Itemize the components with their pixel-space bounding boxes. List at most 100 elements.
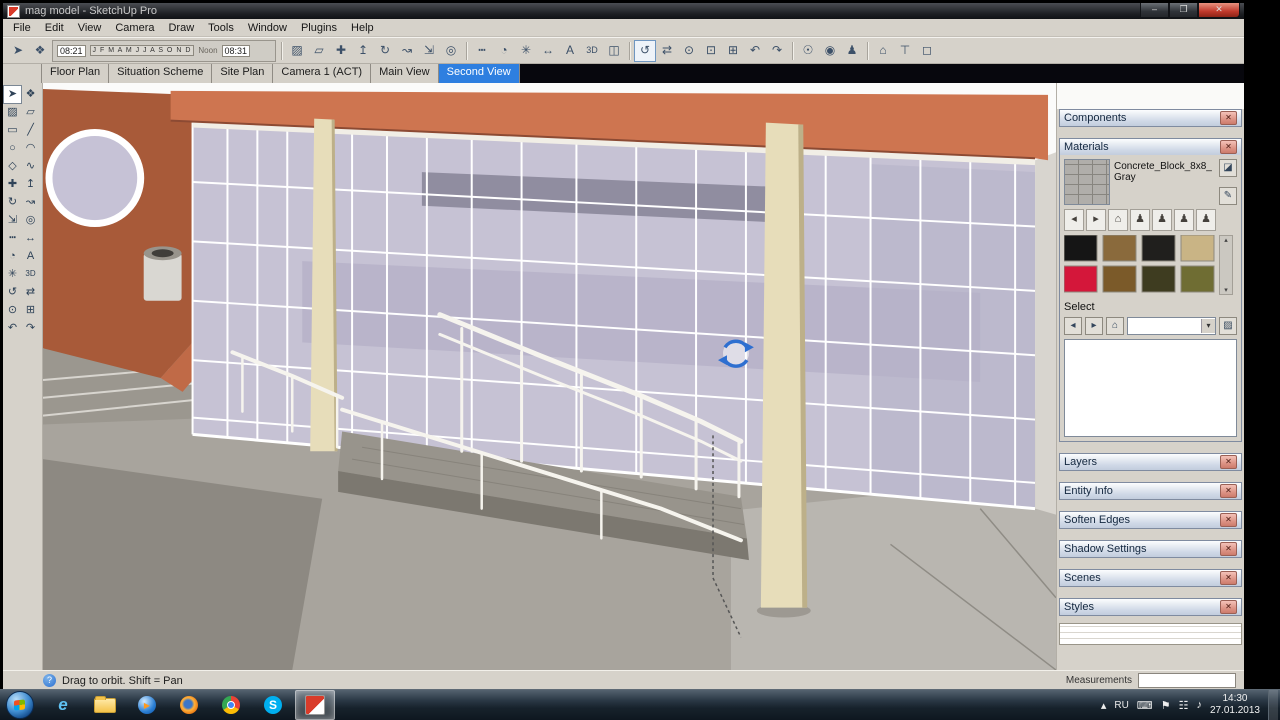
follow-me-icon[interactable]: ↝ xyxy=(397,41,417,61)
component-thumb[interactable]: ♟ xyxy=(1174,209,1194,231)
minimize-button[interactable]: – xyxy=(1140,3,1169,18)
left-follow-me-icon[interactable]: ↝ xyxy=(22,194,39,211)
left-text-tool-icon[interactable]: A xyxy=(22,248,39,265)
left-select-tool-icon[interactable]: ➤ xyxy=(3,85,22,104)
dimension-tool-icon[interactable]: ↔ xyxy=(538,41,558,61)
front-view-icon[interactable]: ◻ xyxy=(917,41,937,61)
taskbar-media-player[interactable]: ▶ xyxy=(127,690,167,720)
material-preview-thumbnail[interactable] xyxy=(1064,159,1110,205)
scroll-down-icon[interactable]: ▾ xyxy=(1220,286,1232,294)
material-swatch[interactable] xyxy=(1180,265,1215,293)
menu-window[interactable]: Window xyxy=(241,21,294,35)
orbit-tool-icon[interactable]: ↺ xyxy=(634,39,656,62)
menu-view[interactable]: View xyxy=(71,21,109,35)
collection-dropdown[interactable]: ▾ xyxy=(1127,317,1216,335)
viewport-3d[interactable] xyxy=(43,83,1056,670)
back-arrow-icon[interactable]: ◂ xyxy=(1064,209,1084,231)
left-offset-tool-icon[interactable]: ◎ xyxy=(22,212,39,229)
zoom-tool-icon[interactable]: ⊙ xyxy=(679,41,699,61)
taskbar-firefox[interactable] xyxy=(169,690,209,720)
shadow-time-value[interactable]: 08:31 xyxy=(221,44,251,57)
tab-floor-plan[interactable]: Floor Plan xyxy=(42,64,110,83)
model-canvas[interactable] xyxy=(43,83,1056,670)
paint-bucket-icon[interactable]: ▨ xyxy=(287,41,307,61)
close-icon[interactable]: ✕ xyxy=(1220,455,1237,469)
tab-second-view[interactable]: Second View xyxy=(438,64,520,83)
close-icon[interactable]: ✕ xyxy=(1220,484,1237,498)
left-zoom-tool-icon[interactable]: ⊙ xyxy=(4,302,21,319)
iso-view-icon[interactable]: ⌂ xyxy=(873,41,893,61)
menu-tools[interactable]: Tools xyxy=(201,21,241,35)
zoom-window-icon[interactable]: ⊡ xyxy=(701,41,721,61)
forward-arrow-icon[interactable]: ▸ xyxy=(1085,317,1103,335)
eraser-tool-icon[interactable]: ▱ xyxy=(309,41,329,61)
tab-situation-scheme[interactable]: Situation Scheme xyxy=(109,64,213,83)
walk-tool-icon[interactable]: ♟ xyxy=(842,41,862,61)
zoom-extents-icon[interactable]: ⊞ xyxy=(723,41,743,61)
left-axes-tool-icon[interactable]: ✳ xyxy=(4,266,21,283)
keyboard-icon[interactable]: ⌨ xyxy=(1137,699,1153,712)
left-push-pull-icon[interactable]: ↥ xyxy=(22,176,39,193)
left-make-component-icon[interactable]: ❖ xyxy=(22,86,39,103)
maximize-button[interactable]: ❐ xyxy=(1169,3,1198,18)
axes-tool-icon[interactable]: ✳ xyxy=(516,41,536,61)
text-tool-icon[interactable]: A xyxy=(560,41,580,61)
component-thumb[interactable]: ♟ xyxy=(1196,209,1216,231)
position-camera-icon[interactable]: ☉ xyxy=(798,41,818,61)
close-icon[interactable]: ✕ xyxy=(1220,542,1237,556)
left-line-tool-icon[interactable]: ╱ xyxy=(22,122,39,139)
material-swatch[interactable] xyxy=(1102,265,1137,293)
swatch-scrollbar[interactable]: ▴ ▾ xyxy=(1219,235,1233,295)
action-center-icon[interactable]: ⚑ xyxy=(1161,699,1171,712)
taskbar-chrome[interactable] xyxy=(211,690,251,720)
styles-header[interactable]: Styles ✕ xyxy=(1060,599,1241,615)
select-tool-icon[interactable]: ➤ xyxy=(8,41,28,61)
next-view-icon[interactable]: ↷ xyxy=(767,41,787,61)
close-icon[interactable]: ✕ xyxy=(1220,571,1237,585)
left-eraser-tool-icon[interactable]: ▱ xyxy=(22,104,39,121)
menu-camera[interactable]: Camera xyxy=(108,21,161,35)
taskbar-windows-explorer[interactable] xyxy=(85,690,125,720)
shadow-date-slider[interactable]: J F M A M J J A S O N D xyxy=(89,45,195,56)
material-swatch[interactable] xyxy=(1141,235,1176,262)
left-scale-tool-icon[interactable]: ⇲ xyxy=(4,212,21,229)
left-polygon-tool-icon[interactable]: ◇ xyxy=(4,158,21,175)
left-rotate-tool-icon[interactable]: ↻ xyxy=(4,194,21,211)
materials-header[interactable]: Materials ✕ xyxy=(1060,139,1241,155)
in-model-icon[interactable]: ⌂ xyxy=(1108,209,1128,231)
left-circle-tool-icon[interactable]: ○ xyxy=(4,140,21,157)
sample-paint-icon[interactable]: ▨ xyxy=(1219,317,1237,335)
close-icon[interactable]: ✕ xyxy=(1220,111,1237,125)
close-icon[interactable]: ✕ xyxy=(1220,513,1237,527)
left-tape-measure-icon[interactable]: ┅ xyxy=(4,230,21,247)
entity-info-header[interactable]: Entity Info ✕ xyxy=(1060,483,1241,499)
materials-list-box[interactable] xyxy=(1064,339,1237,437)
make-component-icon[interactable]: ❖ xyxy=(30,41,50,61)
taskbar-clock[interactable]: 14:30 27.01.2013 xyxy=(1210,693,1260,718)
material-swatch[interactable] xyxy=(1064,265,1098,293)
left-paint-bucket-icon[interactable]: ▨ xyxy=(4,104,21,121)
left-rectangle-tool-icon[interactable]: ▭ xyxy=(4,122,21,139)
left-move-tool-icon[interactable]: ✚ xyxy=(4,176,21,193)
eyedropper-icon[interactable]: ✎ xyxy=(1219,187,1237,205)
move-tool-icon[interactable]: ✚ xyxy=(331,41,351,61)
menu-draw[interactable]: Draw xyxy=(161,21,201,35)
title-bar[interactable]: mag model - SketchUp Pro – ❐ ✕ xyxy=(3,3,1244,19)
shadow-settings-header[interactable]: Shadow Settings ✕ xyxy=(1060,541,1241,557)
left-protractor-icon[interactable]: ◔ xyxy=(4,248,21,265)
close-icon[interactable]: ✕ xyxy=(1220,600,1237,614)
component-thumb[interactable]: ♟ xyxy=(1152,209,1172,231)
shadow-date-value[interactable]: 08:21 xyxy=(57,44,86,57)
start-button[interactable] xyxy=(6,691,34,719)
menu-file[interactable]: File xyxy=(6,21,38,35)
look-around-icon[interactable]: ◉ xyxy=(820,41,840,61)
material-swatch[interactable] xyxy=(1180,235,1215,262)
tape-measure-icon[interactable]: ┅ xyxy=(472,41,492,61)
chevron-down-icon[interactable]: ▾ xyxy=(1201,319,1215,333)
left-orbit-tool-icon[interactable]: ↺ xyxy=(4,284,21,301)
taskbar-internet-explorer[interactable]: e xyxy=(43,690,83,720)
measurements-input[interactable] xyxy=(1138,673,1236,688)
language-indicator[interactable]: RU xyxy=(1114,700,1128,711)
left-previous-view-icon[interactable]: ↶ xyxy=(4,320,21,337)
tab-camera-1[interactable]: Camera 1 (ACT) xyxy=(273,64,372,83)
